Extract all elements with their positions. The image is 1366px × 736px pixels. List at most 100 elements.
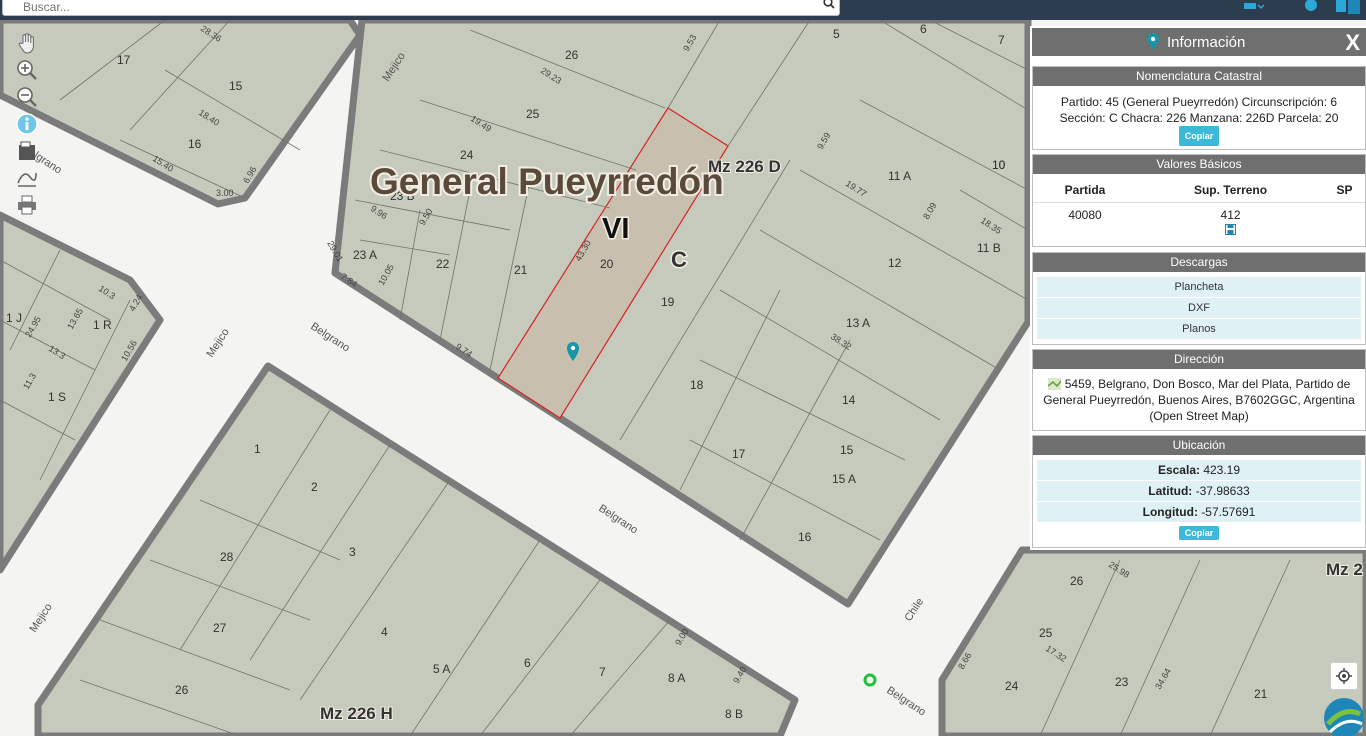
panel-header: Información X	[1032, 28, 1366, 56]
parcel-number-label: 1	[254, 442, 261, 456]
parcel-number-label: 7	[599, 665, 606, 679]
close-icon[interactable]: X	[1345, 30, 1360, 56]
parcel-number-label: 4	[381, 625, 388, 639]
section-header: Ubicación	[1033, 436, 1365, 455]
parcel-number-label: 19	[661, 295, 675, 309]
latitud-value: -37.98633	[1195, 484, 1250, 498]
parcel-number-label: 21	[1254, 687, 1268, 701]
layers-tool[interactable]	[14, 138, 40, 164]
address-map-icon[interactable]	[1047, 378, 1062, 390]
col-partida: Partida	[1033, 174, 1138, 203]
mail-icon[interactable]	[1244, 0, 1264, 14]
info-tool[interactable]	[14, 111, 40, 137]
overlay-mz-226h: Mz 226 H	[320, 704, 393, 723]
download-dxf[interactable]: DXF	[1037, 298, 1361, 319]
parcel-number-label: 26	[175, 683, 189, 697]
parcel-number-label: 7	[998, 33, 1005, 47]
measure-icon	[17, 172, 37, 187]
download-planos[interactable]: Planos	[1037, 319, 1361, 340]
info-panel: Información X Nomenclatura Catastral Par…	[1030, 26, 1366, 550]
parcel-number-label: 21	[514, 263, 528, 277]
parcel-number-label: 16	[798, 530, 812, 544]
parcel-number-label: 1 R	[93, 318, 112, 332]
longitud-label: Longitud:	[1142, 505, 1198, 519]
overlay-partido: General Pueyrredón	[370, 161, 724, 202]
pan-hand-icon	[18, 33, 34, 54]
parcel-number-label: 22	[436, 257, 450, 271]
parcel-number-label: 15	[840, 443, 854, 457]
locate-icon	[1336, 668, 1352, 684]
parcel-number-label: 8 B	[725, 707, 743, 721]
escala-row: Escala: 423.19	[1037, 460, 1361, 481]
escala-label: Escala:	[1157, 463, 1200, 477]
parcel-number-label: 1 S	[48, 390, 66, 404]
parcel-number-label: 12	[888, 256, 902, 270]
section-direccion: Dirección 5459, Belgrano, Don Bosco, Mar…	[1032, 349, 1366, 431]
search-icon[interactable]	[823, 0, 835, 9]
parcel-number-label: 24	[460, 148, 474, 162]
app-logo	[1322, 696, 1366, 736]
download-plancheta[interactable]: Plancheta	[1037, 277, 1361, 298]
parcel-number-label: 8 A	[668, 671, 685, 685]
print-tool[interactable]	[14, 192, 40, 218]
section-header: Nomenclatura Catastral	[1033, 67, 1365, 86]
parcel-number-label: 11 B	[977, 241, 1001, 255]
longitud-value: -57.57691	[1201, 505, 1256, 519]
search-input[interactable]	[23, 0, 803, 15]
col-sp: SP	[1324, 174, 1365, 203]
latitud-label: Latitud:	[1148, 484, 1193, 498]
parcel-number-label: 15 A	[832, 472, 856, 486]
parcel-number-label: 23	[1115, 675, 1129, 689]
map-pin-icon	[1147, 33, 1159, 50]
parcel-number-label: 26	[1070, 574, 1084, 588]
pan-tool[interactable]	[14, 30, 40, 56]
parcel-number-label: 3	[349, 545, 356, 559]
measure-tool[interactable]	[14, 165, 40, 191]
address-text: 5459, Belgrano, Don Bosco, Mar del Plata…	[1043, 377, 1355, 423]
sp-value	[1324, 203, 1365, 225]
parcel-number-label: 5 A	[433, 662, 450, 676]
layers-icon	[19, 141, 35, 160]
partida-value: 40080	[1068, 208, 1102, 222]
escala-value: 423.19	[1203, 463, 1241, 477]
parcel-number-label: 13 A	[846, 316, 870, 330]
copy-nomenclatura-button[interactable]: Copiar	[1178, 126, 1220, 146]
section-valores-basicos: Valores Básicos Partida Sup. Terreno SP …	[1032, 154, 1366, 247]
parcel-number-label: 27	[213, 621, 227, 635]
zoom-in-icon	[17, 60, 37, 80]
parcel-number-label: 17	[117, 53, 131, 67]
parcel-number-label: 11 A	[888, 169, 911, 183]
valores-table: Partida Sup. Terreno SP 40080 412	[1033, 174, 1365, 240]
parcel-number-label: 20	[600, 257, 614, 271]
parcel-number-label: 5	[833, 27, 840, 41]
app-menu-icon[interactable]	[1336, 0, 1362, 14]
parcel-number-label: 25	[1039, 626, 1053, 640]
zoom-out-tool[interactable]	[14, 84, 40, 110]
parcel-number-label: 24	[1005, 679, 1019, 693]
parcel-number-label: 26	[565, 48, 579, 62]
parcel-number-label: 25	[526, 107, 540, 121]
parcel-number-label: 28	[220, 550, 234, 564]
zoom-out-icon	[17, 87, 37, 107]
section-nomenclatura: Nomenclatura Catastral Partido: 45 (Gene…	[1032, 66, 1366, 150]
zoom-in-tool[interactable]	[14, 57, 40, 83]
section-header: Valores Básicos	[1033, 155, 1365, 174]
parcel-number-label: 18	[690, 378, 704, 392]
section-header: Descargas	[1033, 253, 1365, 272]
section-header: Dirección	[1033, 350, 1365, 369]
info-icon	[16, 113, 38, 135]
locate-button[interactable]	[1330, 662, 1358, 690]
search-box[interactable]	[2, 0, 840, 16]
save-icon[interactable]	[1225, 224, 1237, 235]
section-descargas: Descargas Plancheta DXF Planos	[1032, 252, 1366, 345]
parcel-number-label: 16	[188, 137, 202, 151]
latitud-row: Latitud: -37.98633	[1037, 481, 1361, 502]
parcel-number-label: 2	[311, 480, 318, 494]
panel-title: Información	[1167, 34, 1246, 51]
overlay-mz-2: Mz 2	[1326, 560, 1363, 579]
help-icon[interactable]	[1305, 0, 1317, 14]
parcel-number-label: 17	[732, 447, 746, 461]
copy-ubicacion-button[interactable]: Copiar	[1178, 526, 1220, 540]
parcel-number-label: 1 J	[6, 311, 22, 325]
parcel-number-label: 23 A	[353, 248, 377, 262]
